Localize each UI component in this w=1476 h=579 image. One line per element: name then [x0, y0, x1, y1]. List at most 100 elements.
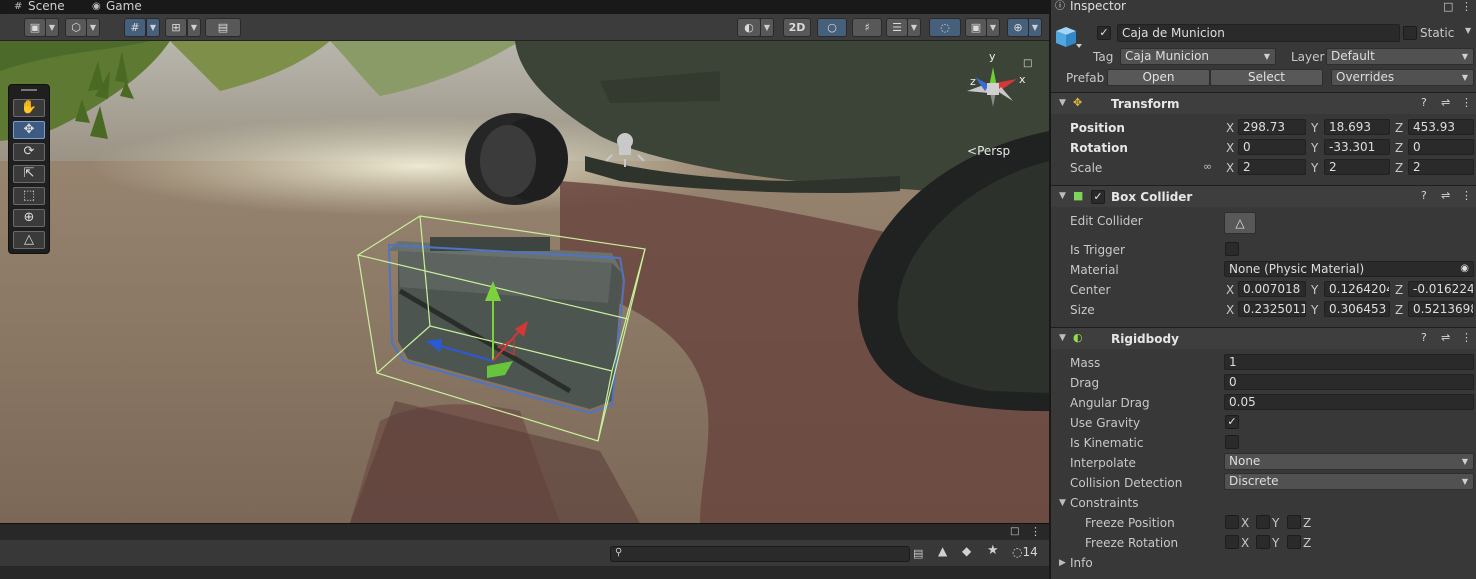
chevron-down-icon[interactable]: ▼: [1028, 18, 1042, 37]
freeze-rotation-z-checkbox[interactable]: [1287, 535, 1301, 549]
rotate-tool-icon[interactable]: ⟳: [13, 143, 45, 161]
size-y-field[interactable]: 0.306453: [1324, 301, 1390, 317]
position-x-field[interactable]: 298.73: [1238, 119, 1306, 135]
projection-label[interactable]: <Persp: [967, 144, 1010, 158]
rect-tool-icon[interactable]: ⬚: [13, 187, 45, 205]
chevron-down-icon[interactable]: ▼: [986, 18, 1000, 37]
rotation-z-field[interactable]: 0: [1408, 139, 1474, 155]
lock-icon[interactable]: □: [1443, 0, 1453, 13]
freeze-position-y-checkbox[interactable]: [1256, 515, 1270, 529]
scale-z-field[interactable]: 2: [1408, 159, 1474, 175]
grid-snap-button[interactable]: #: [124, 18, 146, 37]
lock-icon[interactable]: □: [1023, 58, 1032, 69]
help-icon[interactable]: ?: [1421, 189, 1427, 202]
use-gravity-checkbox[interactable]: ✓: [1225, 415, 1239, 429]
transform-tool-icon[interactable]: ⊕: [13, 209, 45, 227]
scale-tool-icon[interactable]: ⇱: [13, 165, 45, 183]
fold-arrow-icon[interactable]: ▶: [1059, 558, 1066, 568]
box-collider-enabled-checkbox[interactable]: ✓: [1091, 190, 1105, 204]
lock-icon[interactable]: □: [1010, 526, 1019, 537]
custom-tool-icon[interactable]: △: [13, 231, 45, 249]
audio-toggle-button[interactable]: ♯: [852, 18, 882, 37]
mode-2d-button[interactable]: 2D: [783, 18, 811, 37]
presets-icon[interactable]: ⇌: [1441, 331, 1450, 344]
constraints-label[interactable]: Constraints: [1070, 496, 1138, 510]
chevron-down-icon[interactable]: ▼: [45, 18, 59, 37]
interpolate-dropdown[interactable]: None ▼: [1224, 453, 1474, 470]
box-collider-header[interactable]: ▼ ■ ✓ Box Collider ? ⇌ ⋮: [1051, 185, 1476, 207]
center-z-field[interactable]: -0.016224: [1408, 281, 1474, 297]
fold-arrow-icon[interactable]: ▼: [1059, 191, 1066, 201]
scene-viewport[interactable]: y x z □ <Persp ✋ ✥ ⟳ ⇱ ⬚ ⊕ △: [0, 41, 1049, 523]
draw-mode-button[interactable]: ▣: [24, 18, 46, 37]
chevron-down-icon[interactable]: ▼: [1465, 26, 1471, 35]
hidden-count[interactable]: ◌14: [1012, 545, 1038, 559]
open-prefab-button[interactable]: Open: [1107, 69, 1210, 86]
menu-icon[interactable]: ⋮: [1461, 189, 1472, 202]
filter-icon[interactable]: ▲: [938, 544, 947, 558]
overrides-dropdown[interactable]: Overrides ▼: [1331, 69, 1474, 86]
drag-field[interactable]: 0: [1224, 374, 1474, 390]
gizmos-button[interactable]: ⊕: [1007, 18, 1029, 37]
presets-icon[interactable]: ⇌: [1441, 96, 1450, 109]
active-checkbox[interactable]: ✓: [1097, 26, 1111, 40]
scene-view-options-button[interactable]: ▤: [205, 18, 241, 37]
scale-x-field[interactable]: 2: [1238, 159, 1306, 175]
static-checkbox[interactable]: [1403, 26, 1417, 40]
object-picker-icon[interactable]: ◉: [1460, 262, 1469, 276]
camera-button[interactable]: ▣: [965, 18, 987, 37]
layer-dropdown[interactable]: Default ▼: [1326, 48, 1474, 65]
edit-collider-button[interactable]: △: [1224, 212, 1256, 234]
menu-icon[interactable]: ⋮: [1461, 96, 1472, 109]
object-name-field[interactable]: Caja de Municion: [1117, 24, 1400, 42]
scene-visibility-button[interactable]: ◌: [929, 18, 961, 37]
scale-y-field[interactable]: 2: [1324, 159, 1390, 175]
rotation-x-field[interactable]: 0: [1238, 139, 1306, 155]
center-x-field[interactable]: 0.007018: [1238, 281, 1306, 297]
move-tool-icon[interactable]: ✥: [13, 121, 45, 139]
fold-arrow-icon[interactable]: ▼: [1059, 333, 1066, 343]
freeze-position-x-checkbox[interactable]: [1225, 515, 1239, 529]
hand-tool-icon[interactable]: ✋: [13, 99, 45, 117]
info-foldout[interactable]: Info: [1070, 556, 1093, 570]
position-z-field[interactable]: 453.93: [1408, 119, 1474, 135]
rigidbody-header[interactable]: ▼ ◐ Rigidbody ? ⇌ ⋮: [1051, 327, 1476, 349]
constrain-proportions-icon[interactable]: ∞: [1203, 160, 1212, 173]
star-icon[interactable]: ★: [987, 543, 999, 558]
is-trigger-checkbox[interactable]: [1225, 242, 1239, 256]
fold-arrow-icon[interactable]: ▼: [1059, 498, 1066, 508]
material-field[interactable]: None (Physic Material) ◉: [1224, 261, 1474, 277]
menu-icon[interactable]: ⋮: [1461, 331, 1472, 344]
effects-button[interactable]: ☰: [886, 18, 908, 37]
center-y-field[interactable]: 0.1264204: [1324, 281, 1390, 297]
fold-arrow-icon[interactable]: ▼: [1059, 98, 1066, 108]
shading-button[interactable]: ◐: [737, 18, 761, 37]
chevron-down-icon[interactable]: ▼: [146, 18, 160, 37]
lighting-toggle-button[interactable]: ○: [817, 18, 847, 37]
position-y-field[interactable]: 18.693: [1324, 119, 1390, 135]
chevron-down-icon[interactable]: ▼: [907, 18, 921, 37]
freeze-rotation-x-checkbox[interactable]: [1225, 535, 1239, 549]
render-mode-button[interactable]: ⬡: [65, 18, 87, 37]
mass-field[interactable]: 1: [1224, 354, 1474, 370]
rotation-y-field[interactable]: -33.301: [1324, 139, 1390, 155]
chevron-down-icon[interactable]: ▼: [86, 18, 100, 37]
drag-handle[interactable]: [21, 89, 37, 91]
chevron-down-icon[interactable]: ▼: [760, 18, 774, 37]
tab-scene[interactable]: # Scene: [12, 0, 72, 14]
tab-inspector[interactable]: ⓘ Inspector: [1051, 0, 1131, 14]
cube-icon[interactable]: [1056, 24, 1086, 52]
tag-dropdown[interactable]: Caja Municion ▼: [1120, 48, 1276, 65]
menu-icon[interactable]: ⋮: [1030, 525, 1041, 538]
chevron-down-icon[interactable]: ▼: [187, 18, 201, 37]
size-z-field[interactable]: 0.5213698: [1408, 301, 1474, 317]
collision-detection-dropdown[interactable]: Discrete ▼: [1224, 473, 1474, 490]
select-prefab-button[interactable]: Select: [1210, 69, 1323, 86]
freeze-position-z-checkbox[interactable]: [1287, 515, 1301, 529]
freeze-rotation-y-checkbox[interactable]: [1256, 535, 1270, 549]
help-icon[interactable]: ?: [1421, 96, 1427, 109]
transform-header[interactable]: ▼ ✥ Transform ? ⇌ ⋮: [1051, 92, 1476, 114]
is-kinematic-checkbox[interactable]: [1225, 435, 1239, 449]
scene-search-icon[interactable]: ▤: [913, 547, 923, 560]
menu-icon[interactable]: ⋮: [1461, 0, 1472, 13]
